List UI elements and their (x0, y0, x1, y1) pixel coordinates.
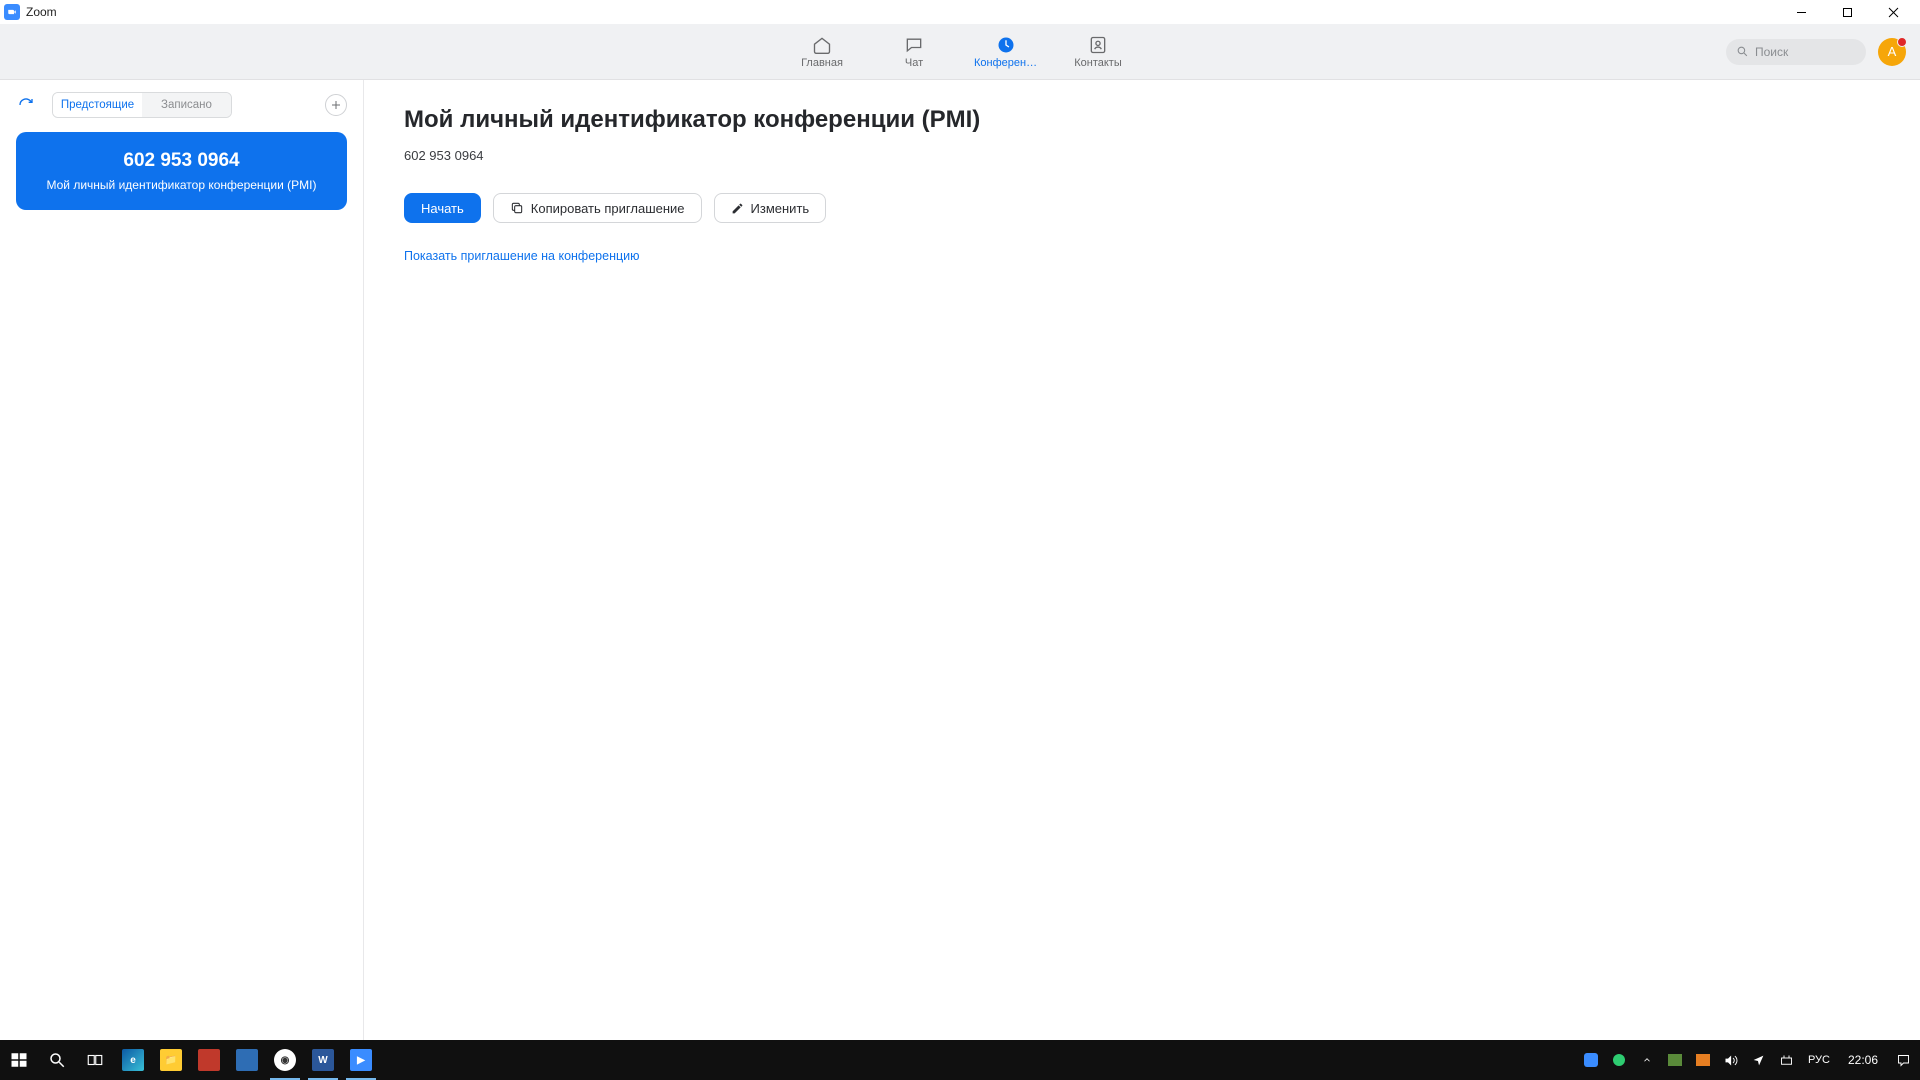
pmi-card-id: 602 953 0964 (30, 150, 333, 172)
nav-meetings[interactable]: Конференц... (974, 35, 1038, 69)
tray-location-button[interactable] (1748, 1040, 1770, 1080)
tray-nvidia-icon (1668, 1054, 1682, 1066)
main-content: Мой личный идентификатор конференции (PM… (364, 80, 1920, 1040)
search-input[interactable]: Поиск (1726, 39, 1866, 65)
avatar-initial: A (1888, 44, 1897, 59)
sidebar: Предстоящие Записано 602 953 0964 Мой ли… (0, 80, 364, 1040)
tray-zoom-icon (1584, 1053, 1598, 1067)
nav-meetings-label: Конференц... (974, 57, 1038, 69)
avatar[interactable]: A (1878, 38, 1906, 66)
window-maximize-button[interactable] (1824, 0, 1870, 24)
chrome-icon: ◉ (274, 1049, 296, 1071)
nav-home[interactable]: Главная (790, 35, 854, 69)
taskbar-app-chrome[interactable]: ◉ (266, 1040, 304, 1080)
search-placeholder: Поиск (1755, 45, 1788, 59)
search-icon (1736, 45, 1749, 58)
chat-icon (904, 35, 924, 55)
taskbar-app-explorer[interactable]: 📁 (152, 1040, 190, 1080)
add-meeting-button[interactable] (325, 94, 347, 116)
chevron-up-icon (1642, 1055, 1652, 1065)
edit-button[interactable]: Изменить (714, 193, 827, 223)
copy-invitation-button[interactable]: Копировать приглашение (493, 193, 702, 223)
word-icon: W (312, 1049, 334, 1071)
sidebar-filter-tabs: Предстоящие Записано (52, 92, 232, 118)
nav-chat-label: Чат (905, 57, 923, 69)
tray-item[interactable] (1664, 1040, 1686, 1080)
windows-icon (10, 1051, 28, 1069)
language-indicator[interactable]: РУС (1804, 1054, 1834, 1066)
app-icon (198, 1049, 220, 1071)
pencil-icon (731, 202, 744, 215)
taskbar-clock[interactable]: 22:06 (1840, 1053, 1886, 1067)
nav-chat[interactable]: Чат (882, 35, 946, 69)
window-close-button[interactable] (1870, 0, 1916, 24)
tray-status-icon (1613, 1054, 1625, 1066)
taskbar-search-button[interactable] (38, 1040, 76, 1080)
refresh-icon (18, 97, 34, 113)
tray-network-button[interactable] (1776, 1040, 1798, 1080)
tray-item[interactable] (1692, 1040, 1714, 1080)
location-icon (1752, 1054, 1765, 1067)
volume-icon (1723, 1053, 1738, 1068)
taskbar-app-generic2[interactable] (228, 1040, 266, 1080)
home-icon (812, 35, 832, 55)
nav-contacts[interactable]: Контакты (1066, 35, 1130, 69)
start-button[interactable]: Начать (404, 193, 481, 223)
clock-icon (996, 35, 1016, 55)
network-icon (1779, 1053, 1794, 1068)
pmi-card-subtitle: Мой личный идентификатор конференции (PM… (30, 178, 333, 192)
search-icon (48, 1051, 66, 1069)
nav-contacts-label: Контакты (1074, 57, 1122, 69)
tray-app-icon (1696, 1054, 1710, 1066)
copy-button-label: Копировать приглашение (531, 201, 685, 216)
copy-icon (510, 201, 524, 215)
start-menu-button[interactable] (0, 1040, 38, 1080)
main-nav: Главная Чат Конференц... Контакты (790, 35, 1130, 69)
taskbar-app-word[interactable]: W (304, 1040, 342, 1080)
tray-item[interactable] (1580, 1040, 1602, 1080)
folder-icon: 📁 (160, 1049, 182, 1071)
tray-volume-button[interactable] (1720, 1040, 1742, 1080)
meeting-id-text: 602 953 0964 (404, 148, 1880, 163)
edit-button-label: Изменить (751, 201, 810, 216)
window-titlebar: Zoom (0, 0, 1920, 24)
tray-item[interactable] (1608, 1040, 1630, 1080)
nav-home-label: Главная (801, 57, 843, 69)
pmi-card[interactable]: 602 953 0964 Мой личный идентификатор ко… (16, 132, 347, 210)
refresh-button[interactable] (16, 95, 36, 115)
app-toolbar: Главная Чат Конференц... Контакты Поиск (0, 24, 1920, 80)
zoom-logo-icon (4, 4, 20, 20)
tray-chevron-button[interactable] (1636, 1040, 1658, 1080)
start-button-label: Начать (421, 201, 464, 216)
window-title: Zoom (26, 5, 57, 19)
page-title: Мой личный идентификатор конференции (PM… (404, 106, 1880, 134)
windows-taskbar: e 📁 ◉ W ▶ РУС 22:06 (0, 1040, 1920, 1080)
tab-recorded[interactable]: Записано (142, 93, 231, 117)
window-minimize-button[interactable] (1778, 0, 1824, 24)
tab-upcoming[interactable]: Предстоящие (53, 93, 142, 117)
app-icon (236, 1049, 258, 1071)
zoom-icon: ▶ (350, 1049, 372, 1071)
task-view-icon (86, 1051, 104, 1069)
notifications-icon (1896, 1053, 1911, 1068)
plus-icon (330, 99, 342, 111)
taskbar-app-edge[interactable]: e (114, 1040, 152, 1080)
system-tray: РУС 22:06 (1580, 1040, 1920, 1080)
taskbar-app-zoom[interactable]: ▶ (342, 1040, 380, 1080)
edge-icon: e (122, 1049, 144, 1071)
taskbar-app-generic1[interactable] (190, 1040, 228, 1080)
action-center-button[interactable] (1892, 1040, 1914, 1080)
show-invitation-link[interactable]: Показать приглашение на конференцию (404, 249, 1880, 263)
task-view-button[interactable] (76, 1040, 114, 1080)
contacts-icon (1088, 35, 1108, 55)
